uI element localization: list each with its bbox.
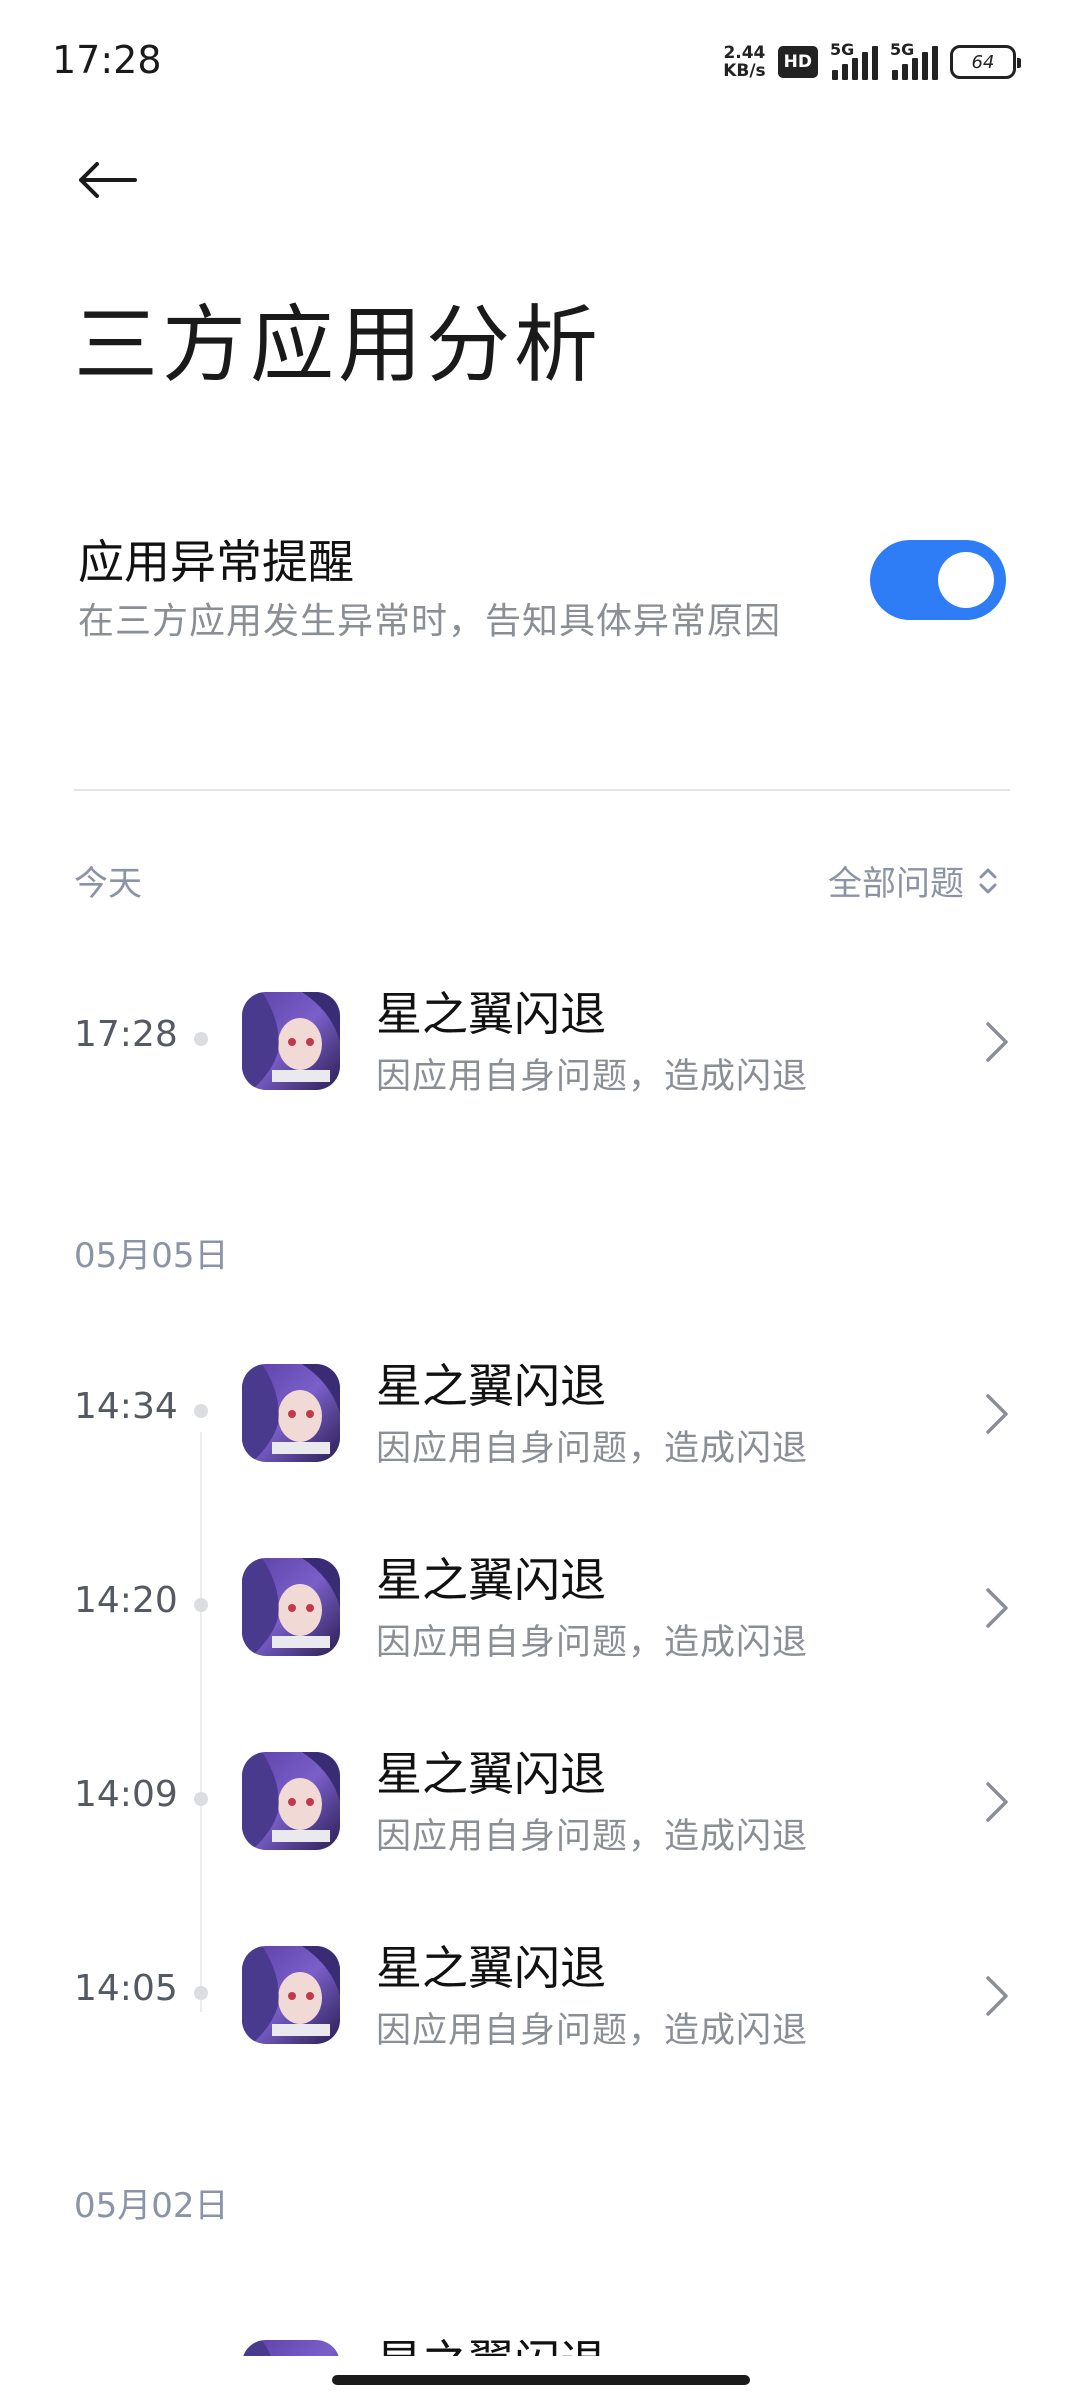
divider [74,789,1010,791]
status-time: 17:28 [52,38,162,82]
chevron-right-icon [986,1588,1008,1628]
network-speed: 2.44 KB/s [723,44,765,80]
status-bar: 17:28 2.44 KB/s HD 5G 5G 64 [0,0,1080,130]
app-icon [242,2340,340,2356]
battery-icon: 64 [950,45,1021,79]
chevron-right-icon [986,1976,1008,2016]
home-indicator[interactable] [332,2375,750,2385]
battery-level: 64 [971,51,995,73]
network-speed-unit: KB/s [723,61,766,81]
setting-description: 在三方应用发生异常时，告知具体异常原因 [78,601,782,642]
crash-title: 星之翼闪退 [376,1941,606,1995]
list-item[interactable]: 17:28 星之翼闪退 因应用自身问题，造成闪退 [0,970,1080,1110]
timeline-dot [194,1986,208,2000]
app-icon [242,1364,340,1462]
list-item[interactable]: 14:09 星之翼闪退 因应用自身问题，造成闪退 [0,1730,1080,1870]
crash-title: 星之翼闪退 [376,987,606,1041]
setting-title: 应用异常提醒 [78,535,354,589]
crash-title: 星之翼闪退 [376,1359,606,1413]
list-item[interactable]: 星之翼闪退 [0,2318,1080,2356]
app-icon [242,1752,340,1850]
chevron-right-icon [986,1022,1008,1062]
exception-alert-toggle[interactable] [870,540,1006,620]
list-item-partial[interactable]: 星之翼闪退 [0,2318,1080,2356]
page-title: 三方应用分析 [74,296,603,394]
timeline-dot [194,1032,208,1046]
sim1-network-type: 5G [830,40,855,59]
filter-label: 全部问题 [828,864,964,904]
crash-time: 14:09 [74,1774,178,1815]
app-icon [242,1946,340,2044]
crash-reason: 因应用自身问题，造成闪退 [376,1817,809,1857]
crash-time: 14:20 [74,1580,178,1621]
toggle-knob [938,552,994,608]
crash-reason: 因应用自身问题，造成闪退 [376,2011,809,2051]
back-button[interactable] [70,148,144,212]
crash-title: 星之翼闪退 [376,2326,606,2356]
crash-time: 14:05 [74,1968,178,2009]
app-icon [242,1558,340,1656]
crash-reason: 因应用自身问题，造成闪退 [376,1429,809,1469]
group-header-date: 05月05日 [74,1236,229,1276]
list-item[interactable]: 14:05 星之翼闪退 因应用自身问题，造成闪退 [0,1924,1080,2064]
list-item[interactable]: 14:34 星之翼闪退 因应用自身问题，造成闪退 [0,1342,1080,1482]
app-exception-alert-setting[interactable]: 应用异常提醒 在三方应用发生异常时，告知具体异常原因 [78,520,1010,642]
chevron-right-icon [986,1394,1008,1434]
crash-title: 星之翼闪退 [376,1747,606,1801]
crash-time: 14:34 [74,1386,178,1427]
sort-updown-icon [979,868,997,893]
network-speed-value: 2.44 [723,43,766,63]
sim2-network-type: 5G [890,40,915,59]
status-icons: 2.44 KB/s HD 5G 5G 64 [723,40,1021,84]
group-header-today: 今天 [74,864,142,904]
crash-time: 17:28 [74,1014,178,1055]
chevron-right-icon [986,1782,1008,1822]
hd-voice-icon: HD [777,46,818,78]
timeline-dot [194,1792,208,1806]
timeline-dot [194,1404,208,1418]
issue-filter-dropdown[interactable]: 全部问题 [828,856,998,905]
crash-reason: 因应用自身问题，造成闪退 [376,1057,809,1097]
arrow-left-icon [79,162,137,198]
group-header-date: 05月02日 [74,2186,229,2226]
crash-reason: 因应用自身问题，造成闪退 [376,1623,809,1663]
list-item[interactable]: 14:20 星之翼闪退 因应用自身问题，造成闪退 [0,1536,1080,1676]
timeline-dot [194,1598,208,1612]
crash-title: 星之翼闪退 [376,1553,606,1607]
signal-icon-sim2: 5G [890,40,938,80]
app-icon [242,992,340,1090]
signal-icon-sim1: 5G [830,40,878,80]
